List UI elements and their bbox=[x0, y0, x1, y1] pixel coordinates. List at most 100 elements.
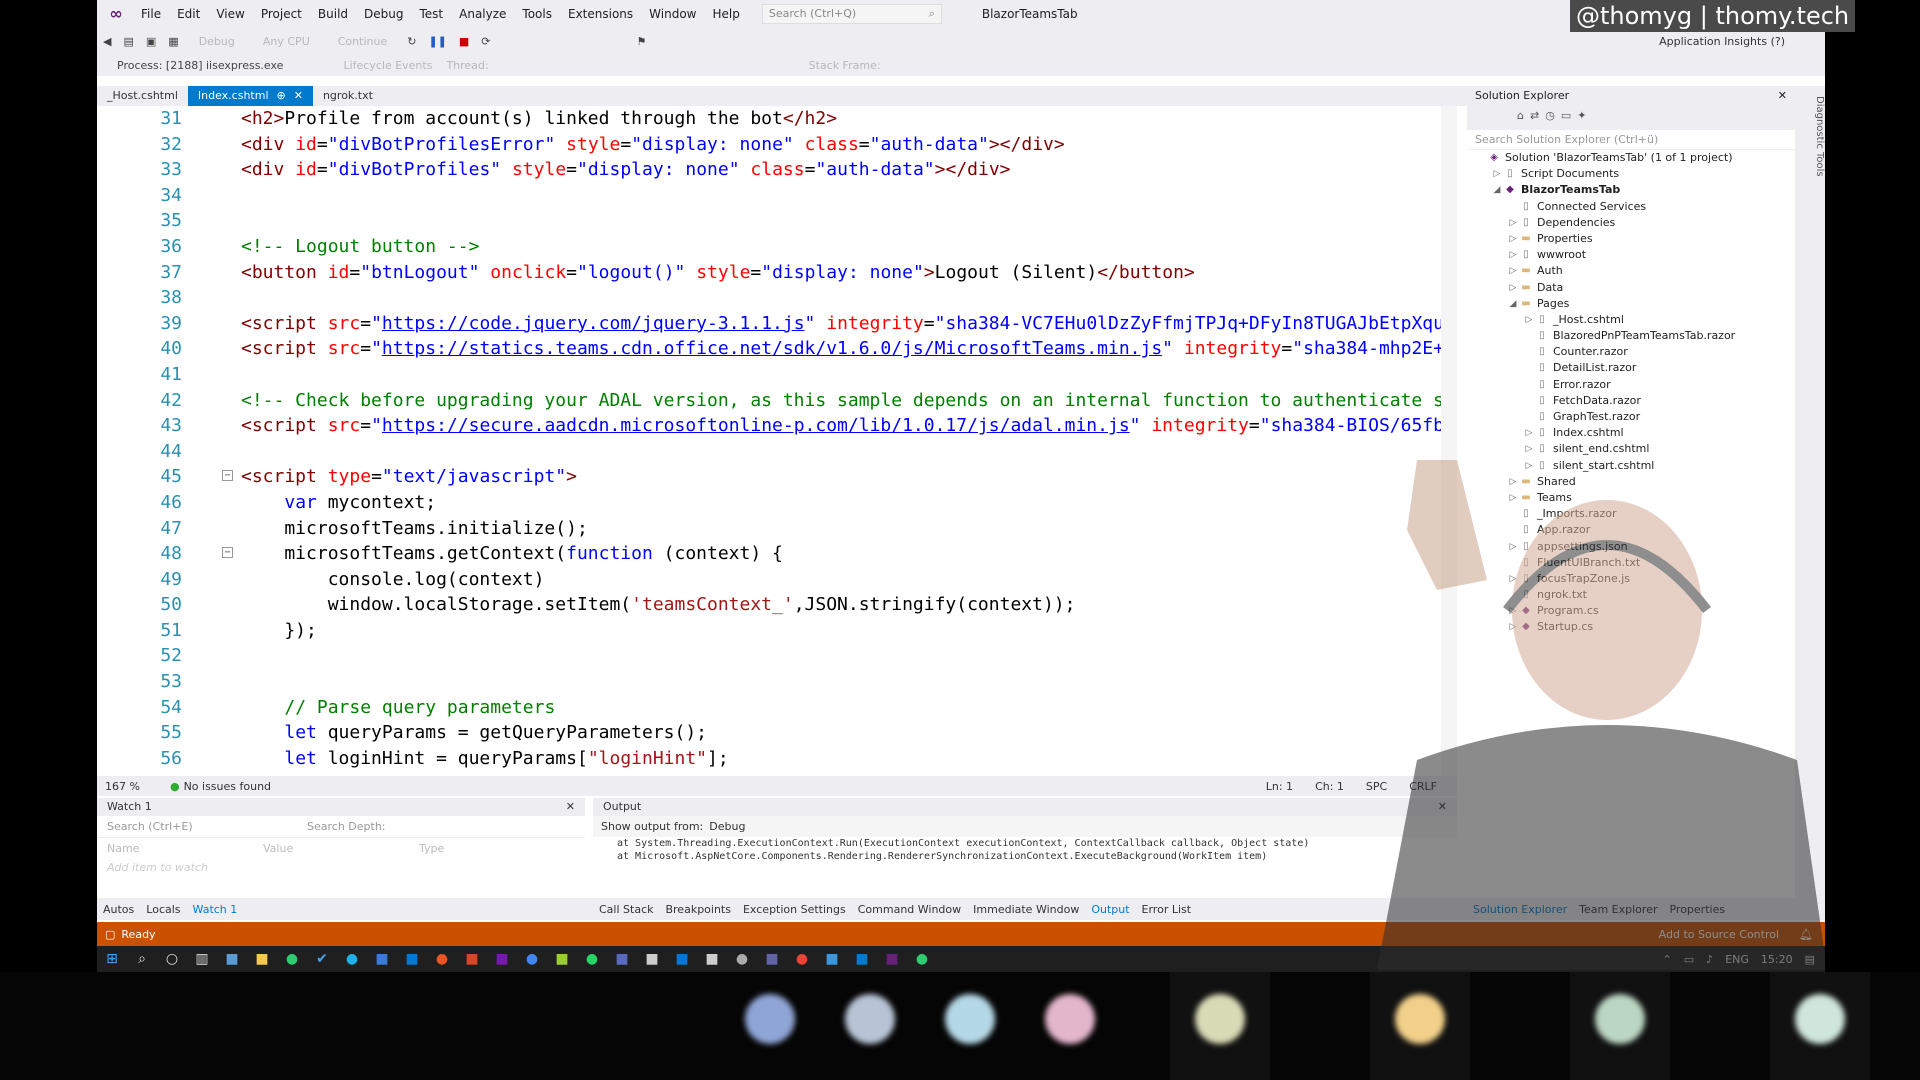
expand-arrow-icon[interactable]: ▷ bbox=[1507, 263, 1519, 279]
tree-item[interactable]: ▯ DetailList.razor bbox=[1467, 360, 1795, 376]
tree-item[interactable]: ▯ Counter.razor bbox=[1467, 344, 1795, 360]
collapse-icon[interactable]: − bbox=[222, 470, 233, 482]
tree-item[interactable]: ▷ ◆ Startup.cs bbox=[1467, 619, 1795, 635]
refresh-icon[interactable]: ⟳ bbox=[481, 35, 490, 48]
app-icon[interactable]: ● bbox=[907, 951, 937, 967]
vscode-icon[interactable]: ■ bbox=[847, 951, 877, 967]
expand-arrow-icon[interactable]: ▷ bbox=[1507, 474, 1519, 490]
cortana-icon[interactable]: ○ bbox=[157, 951, 187, 967]
menu-item-extensions[interactable]: Extensions bbox=[560, 7, 641, 21]
tree-item[interactable]: ▯ Connected Services bbox=[1467, 199, 1795, 215]
tree-item[interactable]: ▯ ngrok.txt bbox=[1467, 587, 1795, 603]
expand-arrow-icon[interactable]: ▷ bbox=[1507, 231, 1519, 247]
platform-dropdown[interactable]: Any CPU bbox=[263, 35, 310, 48]
tree-item[interactable]: ◈ Solution 'BlazorTeamsTab' (1 of 1 proje… bbox=[1467, 150, 1795, 166]
tool-tab-solution-explorer[interactable]: Solution Explorer bbox=[1467, 899, 1573, 920]
clock[interactable]: 15:20 bbox=[1761, 953, 1793, 966]
tree-item[interactable]: ▷ ▯ Index.cshtml bbox=[1467, 425, 1795, 441]
expand-arrow-icon[interactable]: ▷ bbox=[1523, 425, 1535, 441]
stop-icon[interactable]: ■ bbox=[459, 35, 469, 48]
sync-icon[interactable]: ⇄ bbox=[1530, 109, 1545, 122]
powerpoint-icon[interactable]: ■ bbox=[457, 951, 487, 967]
app-icon[interactable]: ● bbox=[277, 951, 307, 967]
tool-tab-breakpoints[interactable]: Breakpoints bbox=[659, 899, 737, 920]
expand-arrow-icon[interactable]: ▷ bbox=[1523, 441, 1535, 457]
whatsapp-icon[interactable]: ● bbox=[577, 951, 607, 967]
chevron-up-icon[interactable]: ⌃ bbox=[1663, 953, 1672, 966]
menu-item-view[interactable]: View bbox=[208, 7, 252, 21]
menu-item-debug[interactable]: Debug bbox=[356, 7, 411, 21]
tree-item[interactable]: ◢ ▬ Pages bbox=[1467, 296, 1795, 312]
tree-item[interactable]: ▯ FluentUIBranch.txt bbox=[1467, 555, 1795, 571]
search-icon[interactable]: ⌕ bbox=[127, 951, 157, 967]
output-source-dropdown[interactable]: Debug bbox=[709, 820, 745, 833]
outlook-icon[interactable]: ■ bbox=[397, 951, 427, 967]
application-insights-button[interactable]: Application Insights (?) bbox=[1659, 35, 1785, 48]
tool-tab-watch-1[interactable]: Watch 1 bbox=[187, 899, 244, 920]
menu-item-help[interactable]: Help bbox=[704, 7, 747, 21]
column-type[interactable]: Type bbox=[419, 842, 575, 855]
config-dropdown[interactable]: Debug bbox=[199, 35, 235, 48]
expand-arrow-icon[interactable]: ▷ bbox=[1507, 539, 1519, 555]
history-icon[interactable]: ◷ bbox=[1545, 109, 1561, 122]
tree-item[interactable]: ▷ ▬ Data bbox=[1467, 280, 1795, 296]
tool-tab-call-stack[interactable]: Call Stack bbox=[593, 899, 659, 920]
mail-icon[interactable]: ■ bbox=[667, 951, 697, 967]
expand-arrow-icon[interactable]: ▷ bbox=[1491, 166, 1503, 182]
code-editor[interactable]: 31 <h2>Profile from account(s) linked thr… bbox=[97, 106, 1457, 776]
menu-item-build[interactable]: Build bbox=[310, 7, 356, 21]
tree-item[interactable]: ▷ ▯ Script Documents bbox=[1467, 166, 1795, 182]
app-icon[interactable]: ✔ bbox=[307, 951, 337, 967]
participant-tile[interactable] bbox=[1770, 972, 1870, 1080]
visual-studio-icon[interactable]: ■ bbox=[877, 951, 907, 967]
expand-arrow-icon[interactable]: ▷ bbox=[1507, 247, 1519, 263]
menu-item-tools[interactable]: Tools bbox=[514, 7, 560, 21]
tree-item[interactable]: ▷ ▬ Teams bbox=[1467, 490, 1795, 506]
app-icon[interactable]: ● bbox=[787, 951, 817, 967]
stack-frame-dropdown[interactable]: Stack Frame: bbox=[809, 59, 881, 72]
app-icon[interactable]: ■ bbox=[697, 951, 727, 967]
app-icon[interactable]: ● bbox=[727, 951, 757, 967]
participant-tile[interactable] bbox=[1570, 972, 1670, 1080]
add-watch-item[interactable]: Add item to watch bbox=[97, 859, 585, 876]
settings-icon[interactable]: ✦ bbox=[1577, 109, 1592, 122]
continue-button[interactable]: Continue bbox=[338, 35, 387, 48]
tool-tab-exception-settings[interactable]: Exception Settings bbox=[737, 899, 852, 920]
edge-icon[interactable]: ● bbox=[337, 951, 367, 967]
app-icon[interactable]: ■ bbox=[217, 951, 247, 967]
language-indicator[interactable]: ENG bbox=[1725, 953, 1749, 966]
expand-arrow-icon[interactable]: ▷ bbox=[1507, 619, 1519, 635]
tool-tab-team-explorer[interactable]: Team Explorer bbox=[1573, 899, 1663, 920]
add-to-source-control-button[interactable]: Add to Source Control bbox=[1659, 928, 1779, 941]
app-icon[interactable]: ● bbox=[517, 951, 547, 967]
tool-tab-error-list[interactable]: Error List bbox=[1136, 899, 1198, 920]
document-tab[interactable]: _Host.cshtml bbox=[97, 86, 188, 106]
expand-arrow-icon[interactable]: ▷ bbox=[1507, 280, 1519, 296]
open-icon[interactable]: ▤ bbox=[123, 35, 133, 48]
close-icon[interactable]: ✕ bbox=[294, 89, 303, 102]
menu-item-window[interactable]: Window bbox=[641, 7, 704, 21]
expand-arrow-icon[interactable]: ▷ bbox=[1507, 490, 1519, 506]
back-icon[interactable]: ◀ bbox=[103, 35, 111, 48]
teams-icon[interactable]: ■ bbox=[757, 951, 787, 967]
tree-item[interactable]: ▷ ▯ wwwroot bbox=[1467, 247, 1795, 263]
expand-arrow-icon[interactable]: ▷ bbox=[1523, 458, 1535, 474]
collapse-icon[interactable]: − bbox=[222, 547, 233, 559]
chrome-icon[interactable]: ● bbox=[427, 951, 457, 967]
participant-tile[interactable] bbox=[720, 972, 820, 1080]
action-center-icon[interactable]: ▤ bbox=[1805, 953, 1815, 966]
task-view-icon[interactable]: ▥ bbox=[187, 951, 217, 967]
home-icon[interactable]: ⌂ bbox=[1517, 109, 1530, 122]
document-tab[interactable]: ngrok.txt bbox=[313, 86, 383, 106]
issues-status[interactable]: No issues found bbox=[184, 780, 271, 793]
tool-tab-properties[interactable]: Properties bbox=[1663, 899, 1731, 920]
tree-item[interactable]: ▷ ▯ _Host.cshtml bbox=[1467, 312, 1795, 328]
tool-tab-output[interactable]: Output bbox=[1085, 899, 1135, 920]
file-explorer-icon[interactable]: ■ bbox=[247, 951, 277, 967]
tree-item[interactable]: ◢ ◆ BlazorTeamsTab bbox=[1467, 182, 1795, 198]
menu-item-project[interactable]: Project bbox=[253, 7, 310, 21]
tree-item[interactable]: ▯ FetchData.razor bbox=[1467, 393, 1795, 409]
bookmark-icon[interactable]: ⚑ bbox=[637, 35, 647, 48]
app-icon[interactable]: ■ bbox=[367, 951, 397, 967]
menu-item-file[interactable]: File bbox=[133, 7, 169, 21]
